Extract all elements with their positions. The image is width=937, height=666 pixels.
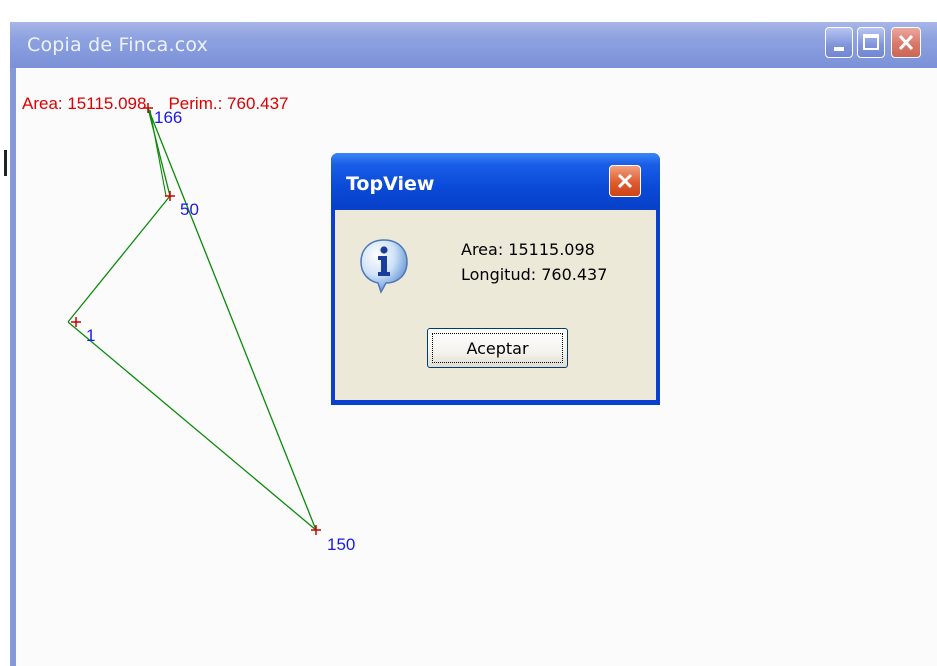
- dialog-area-text: Area: 15115.098: [461, 240, 595, 259]
- ok-button[interactable]: Aceptar: [427, 328, 568, 368]
- ok-button-label: Aceptar: [466, 339, 529, 358]
- dialog-title: TopView: [346, 173, 435, 195]
- area-value: Area: 15115.098: [22, 94, 147, 113]
- polygon-edge: [67, 321, 317, 531]
- polygon-edge: [147, 107, 317, 531]
- point-label: 50: [180, 200, 199, 219]
- point-label: 150: [327, 535, 356, 554]
- information-icon: [360, 239, 408, 294]
- polygon-edge: [67, 195, 171, 323]
- desktop: Copia de Finca.cox Area: 15115.098 Perim…: [0, 0, 937, 666]
- dialog-titlebar[interactable]: TopView: [331, 153, 660, 209]
- point-label: 166: [154, 108, 183, 127]
- dialog-length-text: Longitud: 760.437: [461, 265, 608, 284]
- dialog-close-button[interactable]: [609, 165, 641, 197]
- dialog-body: Area: 15115.098 Longitud: 760.437 Acepta…: [335, 210, 656, 400]
- info-dialog: TopView Area: 15115.098 Longitud: 760.43…: [331, 153, 660, 405]
- close-icon: [617, 173, 633, 189]
- point-label: 1: [86, 326, 96, 345]
- perimeter-value: Perim.: 760.437: [168, 94, 289, 113]
